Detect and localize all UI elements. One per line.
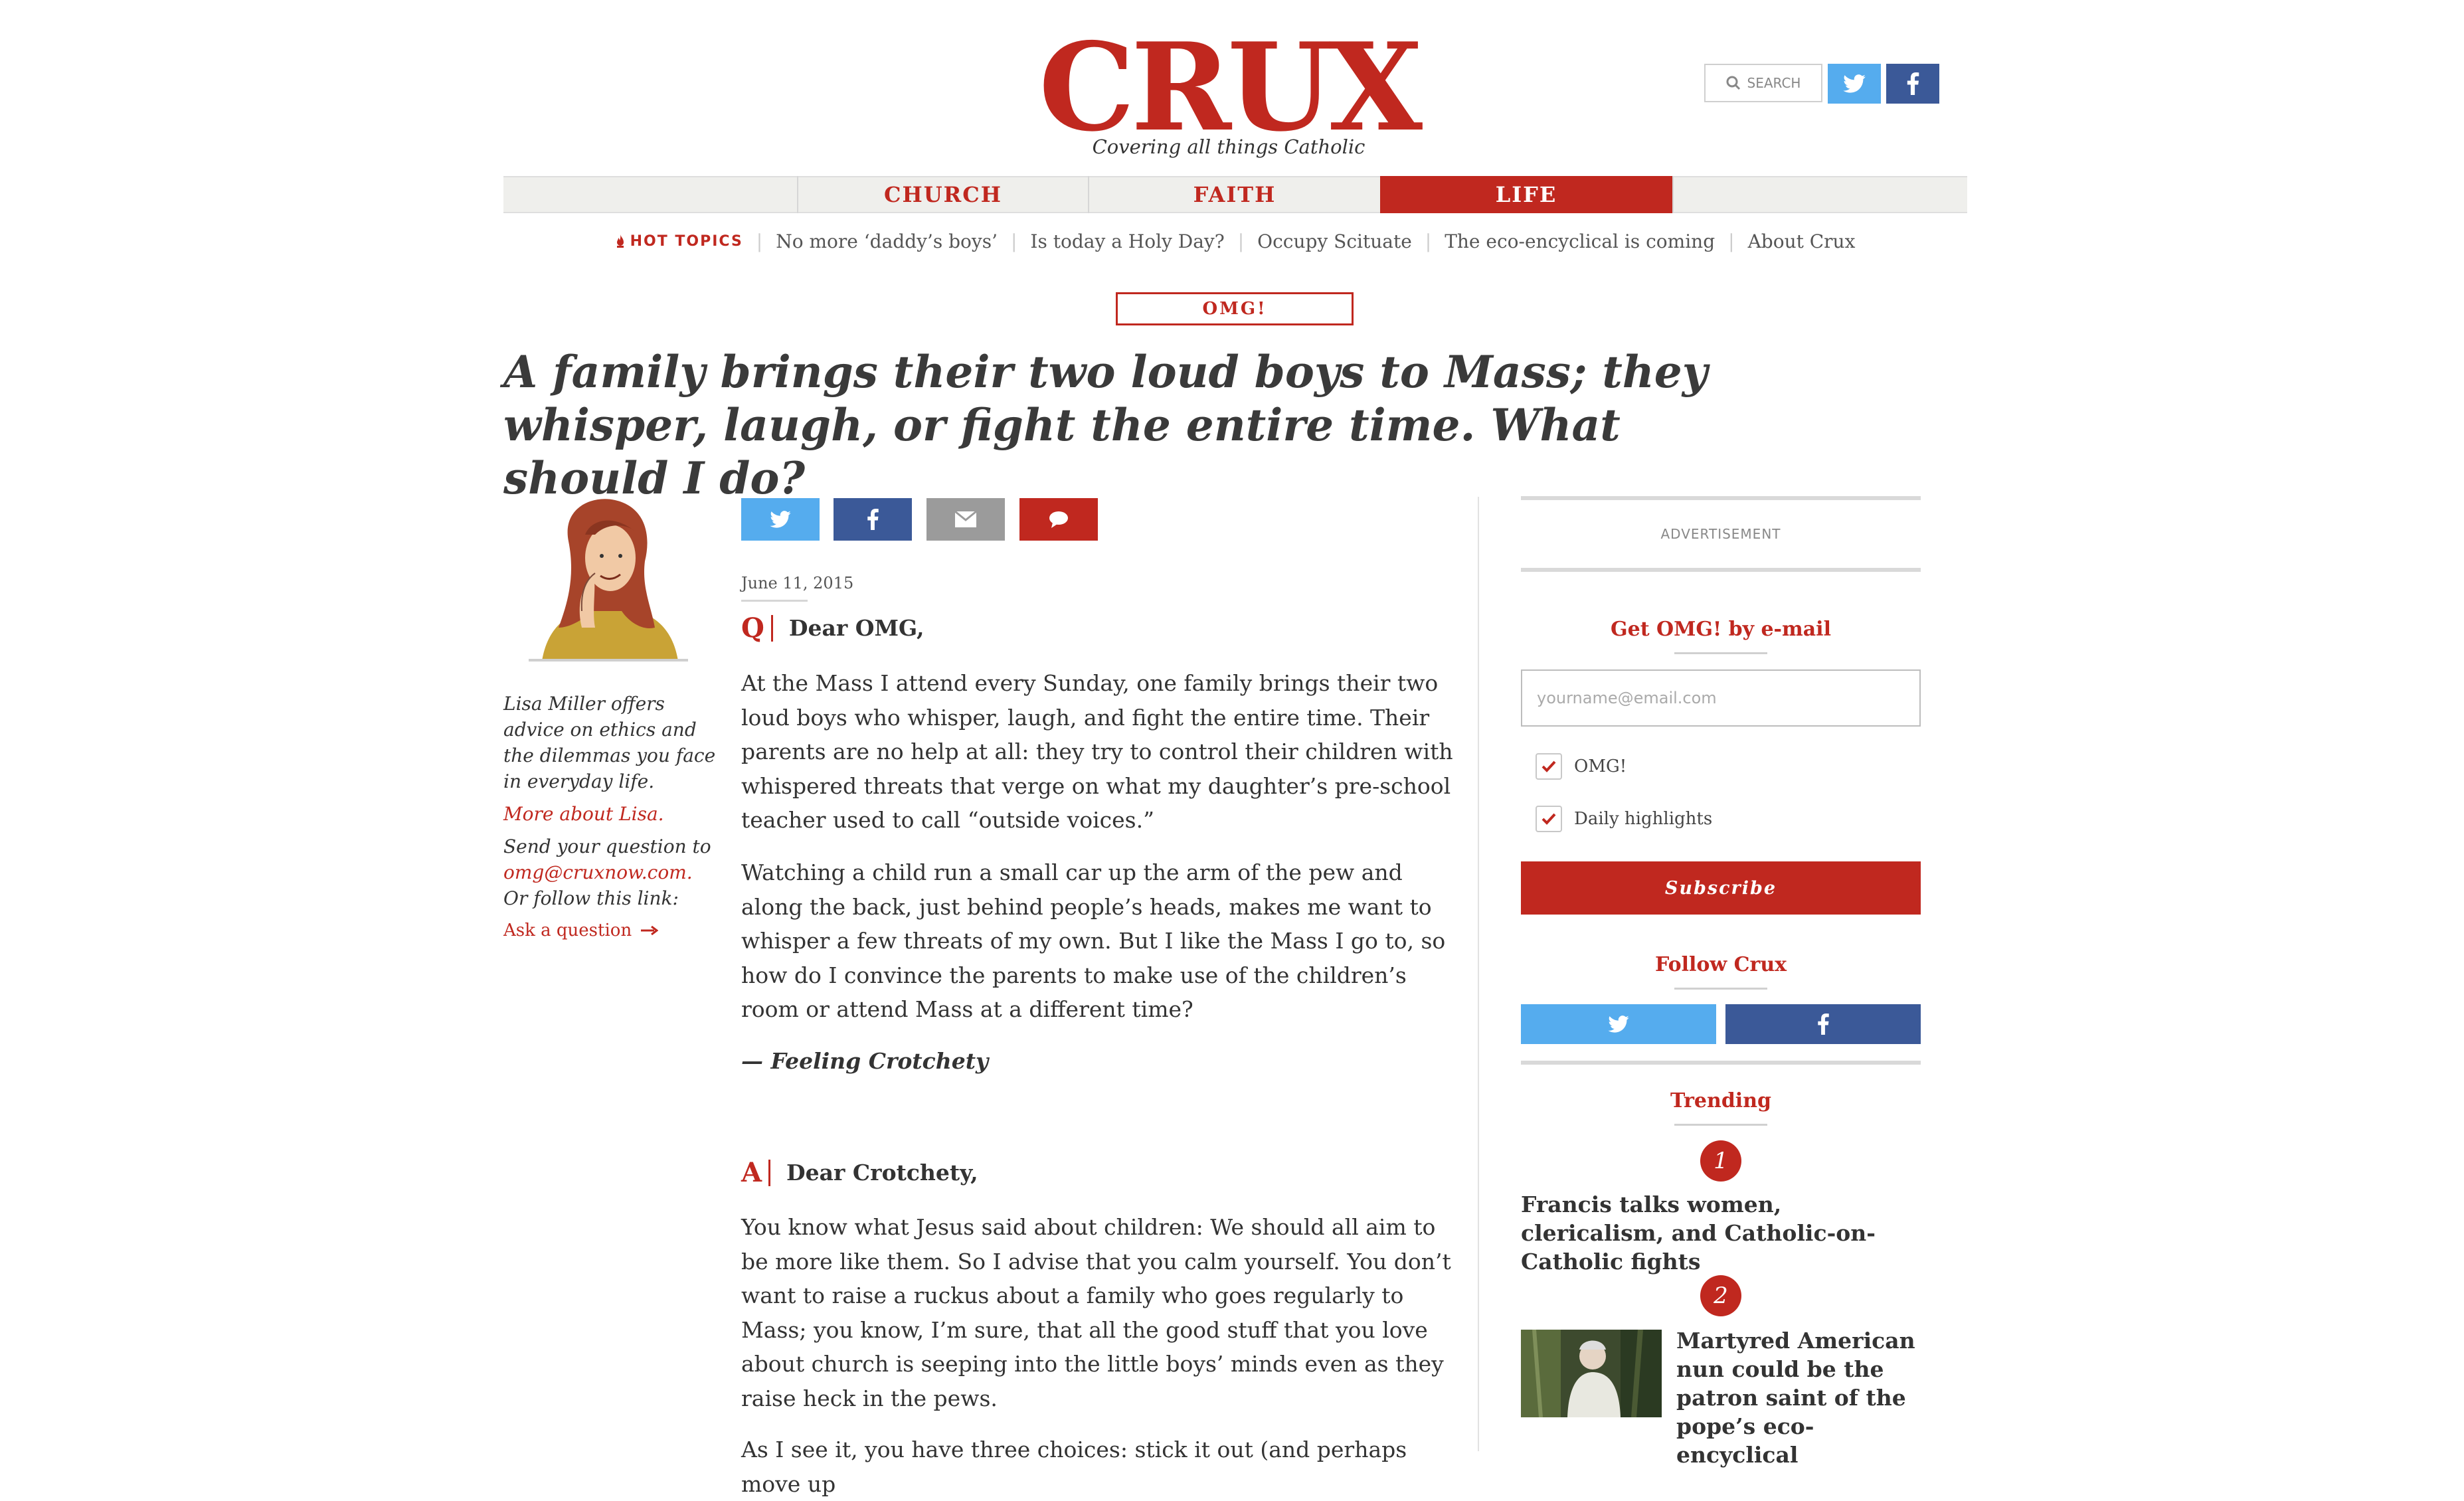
- follow-twitter-button[interactable]: [1521, 1004, 1716, 1044]
- article-date: June 11, 2015: [741, 574, 854, 592]
- speech-bubble-icon: [1049, 511, 1068, 528]
- trending-rank-badge: 1: [1700, 1140, 1741, 1182]
- author-bio: Lisa Miller offers advice on ethics and …: [503, 691, 716, 911]
- twitter-icon: [770, 511, 791, 528]
- column-divider: [1478, 497, 1479, 1451]
- option-daily-highlights[interactable]: Daily highlights: [1536, 806, 1712, 832]
- author-bio-text: Lisa Miller offers advice on ethics and …: [503, 693, 716, 792]
- trending-rank-badge: 2: [1700, 1275, 1741, 1316]
- qa-bar: [768, 1159, 771, 1186]
- question-greeting: Dear OMG,: [788, 615, 924, 641]
- heading-underline: [1674, 1124, 1767, 1126]
- search-button[interactable]: SEARCH: [1704, 64, 1822, 102]
- section-tag[interactable]: OMG!: [1116, 292, 1354, 325]
- separator: |: [1425, 230, 1432, 252]
- trending-item-title[interactable]: Martyred American nun could be the patro…: [1676, 1326, 1921, 1469]
- facebook-icon: [867, 509, 879, 530]
- article-headline: A family brings their two loud boys to M…: [503, 346, 1708, 504]
- envelope-icon: [955, 511, 976, 527]
- question-letter: Q: [741, 612, 764, 644]
- nav-divider: [1672, 176, 1674, 213]
- follow-link-text: Or follow this link:: [503, 887, 679, 909]
- facebook-icon: [1907, 72, 1919, 95]
- facebook-icon: [1818, 1014, 1829, 1035]
- share-facebook-button[interactable]: [834, 498, 912, 541]
- trending-heading: Trending: [1670, 1089, 1771, 1112]
- hot-topic-link[interactable]: The eco-encyclical is coming: [1445, 230, 1715, 252]
- answer-paragraph: As I see it, you have three choices: sti…: [741, 1437, 1407, 1497]
- author-illustration: [542, 499, 678, 661]
- send-question-text: Send your question to: [503, 836, 711, 857]
- ad-top-rule: [1521, 496, 1921, 500]
- separator: |: [1728, 230, 1735, 252]
- twitter-icon: [1608, 1015, 1629, 1033]
- omg-checkbox[interactable]: [1536, 753, 1562, 780]
- separator: |: [756, 230, 763, 252]
- author-divider: [529, 659, 688, 662]
- question-paragraph: At the Mass I attend every Sunday, one f…: [741, 670, 1453, 833]
- follow-heading: Follow Crux: [1654, 953, 1787, 976]
- more-about-lisa-link[interactable]: More about Lisa.: [503, 801, 716, 827]
- nav-faith-label: FAITH: [1193, 182, 1276, 207]
- header-twitter-button[interactable]: [1828, 64, 1881, 104]
- separator: |: [1010, 230, 1017, 252]
- email-field[interactable]: [1521, 669, 1921, 727]
- nav-church[interactable]: CHURCH: [797, 176, 1088, 213]
- about-crux-link[interactable]: About Crux: [1748, 230, 1856, 252]
- answer-paragraph: You know what Jesus said about children:…: [741, 1214, 1451, 1411]
- hot-topics-label: HOT TOPICS: [616, 233, 743, 250]
- heading-underline: [1674, 988, 1767, 990]
- trending-thumbnail[interactable]: [1521, 1330, 1662, 1417]
- daily-highlights-label: Daily highlights: [1574, 809, 1713, 829]
- option-omg[interactable]: OMG!: [1536, 753, 1627, 780]
- question-paragraph: Watching a child run a small car up the …: [741, 859, 1446, 1022]
- share-email-button[interactable]: [926, 498, 1005, 541]
- advertisement-label: ADVERTISEMENT: [1660, 526, 1781, 542]
- heading-underline: [1674, 652, 1767, 654]
- qa-bar: [770, 614, 773, 642]
- omg-option-label: OMG!: [1574, 756, 1627, 776]
- nav-life-label: LIFE: [1495, 182, 1557, 207]
- ask-question-label: Ask a question: [503, 921, 632, 940]
- checkmark-icon: [1541, 760, 1556, 772]
- nav-faith[interactable]: FAITH: [1088, 176, 1380, 213]
- hot-topic-link[interactable]: Is today a Holy Day?: [1030, 230, 1224, 252]
- search-icon: [1726, 76, 1740, 90]
- daily-highlights-checkbox[interactable]: [1536, 806, 1562, 832]
- search-label: SEARCH: [1747, 75, 1801, 91]
- subscribe-button[interactable]: Subscribe: [1521, 861, 1921, 915]
- ad-bottom-rule: [1521, 568, 1921, 572]
- header-facebook-button[interactable]: [1886, 64, 1939, 104]
- follow-facebook-button[interactable]: [1725, 1004, 1921, 1044]
- question-signoff: — Feeling Crotchety: [741, 1048, 989, 1074]
- comments-button[interactable]: [1019, 498, 1098, 541]
- nav-life[interactable]: LIFE: [1380, 176, 1672, 213]
- author-email-link[interactable]: omg@cruxnow.com.: [503, 859, 716, 885]
- answer-greeting: Dear Crotchety,: [786, 1160, 978, 1186]
- question-header: Q Dear OMG,: [741, 612, 924, 644]
- twitter-icon: [1843, 74, 1866, 93]
- answer-letter: A: [741, 1157, 762, 1188]
- trending-rule: [1521, 1061, 1921, 1065]
- share-twitter-button[interactable]: [741, 498, 820, 541]
- nav-church-label: CHURCH: [884, 182, 1002, 207]
- flame-icon: [616, 234, 624, 248]
- hot-topics-bar: HOT TOPICS | No more ‘daddy’s boys’ | Is…: [503, 226, 1967, 256]
- trending-item-title[interactable]: Francis talks women, clericalism, and Ca…: [1521, 1190, 1921, 1276]
- hot-topic-link[interactable]: No more ‘daddy’s boys’: [776, 230, 998, 252]
- site-tagline: Covering all things Catholic: [1092, 135, 1365, 158]
- hot-topic-link[interactable]: Occupy Scituate: [1257, 230, 1412, 252]
- separator: |: [1237, 230, 1245, 252]
- answer-header: A Dear Crotchety,: [741, 1157, 978, 1188]
- arrow-right-icon: [641, 926, 659, 935]
- date-divider: [741, 600, 808, 602]
- newsletter-heading: Get OMG! by e-mail: [1611, 618, 1831, 641]
- site-logo[interactable]: CRUX: [1036, 27, 1423, 147]
- checkmark-icon: [1541, 813, 1556, 825]
- hot-topics-text: HOT TOPICS: [630, 232, 743, 250]
- ask-question-link[interactable]: Ask a question: [503, 921, 659, 940]
